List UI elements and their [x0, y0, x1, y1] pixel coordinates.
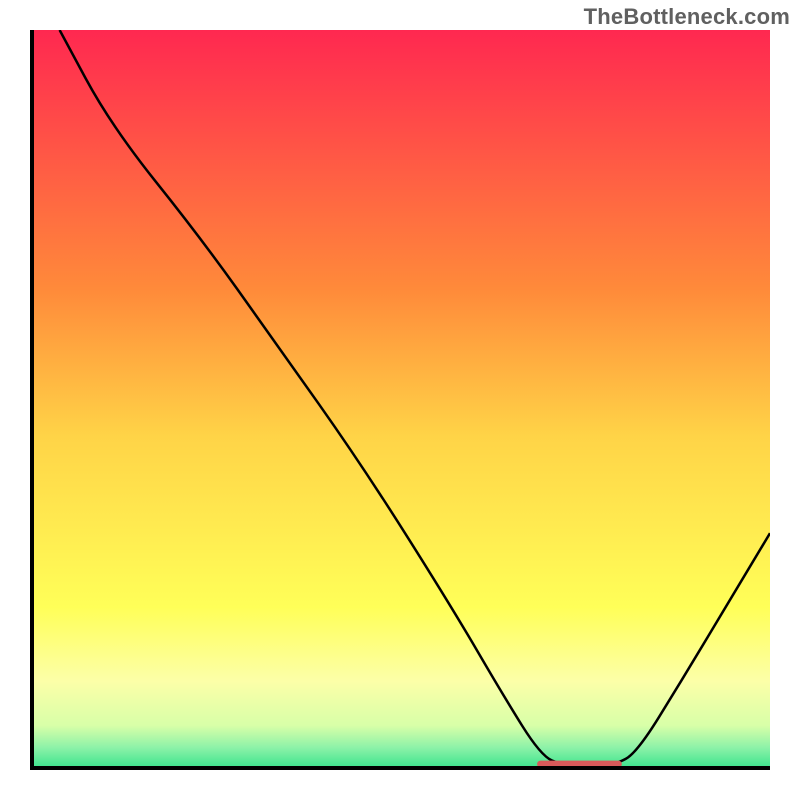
- chart-container: TheBottleneck.com: [0, 0, 800, 800]
- watermark-label: TheBottleneck.com: [584, 4, 790, 30]
- axes-frame: [30, 30, 770, 770]
